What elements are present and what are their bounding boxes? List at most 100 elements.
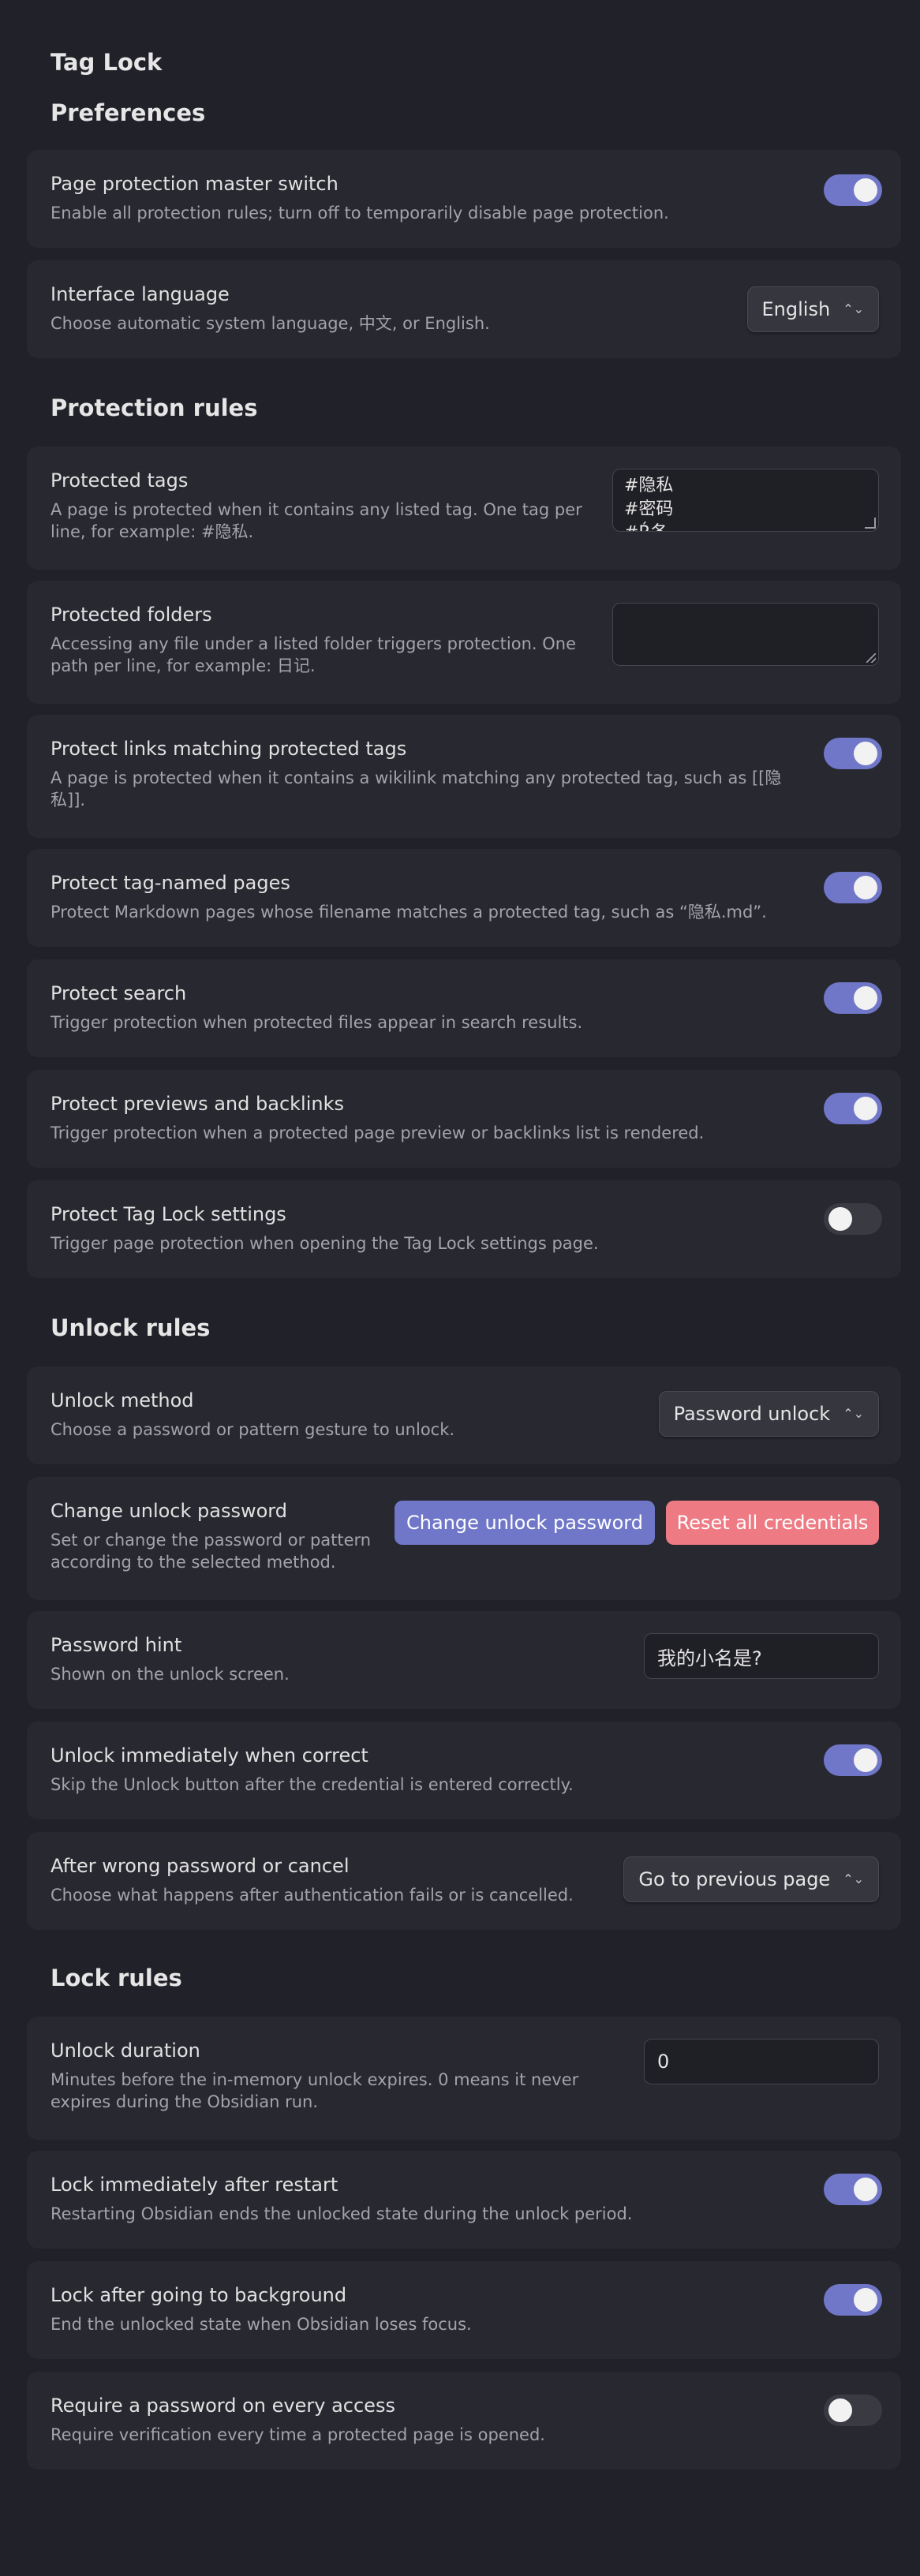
protect-links-toggle[interactable]	[824, 738, 882, 769]
section-heading-lock-rules: Lock rules	[50, 1965, 182, 1991]
protect-search-toggle[interactable]	[824, 982, 882, 1014]
setting-interface-language: Interface language Choose automatic syst…	[27, 260, 901, 358]
protected-folders-textarea[interactable]	[612, 603, 879, 666]
change-unlock-password-button[interactable]: Change unlock password	[395, 1501, 655, 1545]
master-switch-toggle[interactable]	[824, 174, 882, 206]
lock-after-background-toggle[interactable]	[824, 2284, 882, 2316]
setting-text: Protect links matching protected tags A …	[50, 737, 816, 812]
setting-name: After wrong password or cancel	[50, 1855, 350, 1877]
protect-tag-named-pages-toggle[interactable]	[824, 872, 882, 903]
toggle-knob	[854, 742, 877, 765]
setting-description: Require verification every time a protec…	[50, 2425, 545, 2445]
setting-name: Lock immediately after restart	[50, 2174, 338, 2196]
setting-text: Unlock duration Minutes before the in-me…	[50, 2039, 603, 2114]
setting-text: After wrong password or cancel Choose wh…	[50, 1854, 603, 1907]
after-wrong-password-select[interactable]: Go to previous page ⌃⌄	[623, 1856, 879, 1902]
protect-previews-toggle[interactable]	[824, 1093, 882, 1124]
setting-text: Unlock method Choose a password or patte…	[50, 1389, 603, 1441]
setting-description: Trigger page protection when opening the…	[50, 1234, 599, 1254]
toggle-knob	[854, 2288, 877, 2312]
setting-name: Protect search	[50, 982, 187, 1004]
setting-text: Require a password on every access Requi…	[50, 2394, 761, 2447]
setting-name: Unlock immediately when correct	[50, 1744, 368, 1767]
setting-description: Choose what happens after authentication…	[50, 1886, 574, 1905]
setting-name: Unlock duration	[50, 2039, 200, 2062]
resize-handle-icon[interactable]	[866, 653, 876, 663]
setting-protect-previews: Protect previews and backlinks Trigger p…	[27, 1070, 901, 1168]
setting-description: Accessing any file under a listed folder…	[50, 634, 577, 675]
setting-name: Protect tag-named pages	[50, 872, 290, 894]
textarea-line: #隐私	[624, 476, 674, 495]
setting-unlock-method: Unlock method Choose a password or patte…	[27, 1367, 901, 1464]
textarea-line: #密码	[624, 499, 674, 519]
protect-settings-toggle[interactable]	[824, 1203, 882, 1235]
resize-handle-icon[interactable]	[865, 518, 876, 529]
setting-after-wrong-password: After wrong password or cancel Choose wh…	[27, 1832, 901, 1930]
unlock-immediately-toggle[interactable]	[824, 1744, 882, 1776]
reset-all-credentials-button[interactable]: Reset all credentials	[666, 1501, 879, 1545]
setting-description: Shown on the unlock screen.	[50, 1665, 290, 1684]
setting-change-password: Change unlock password Set or change the…	[27, 1477, 901, 1600]
unlock-duration-input[interactable]: 0	[644, 2039, 879, 2084]
toggle-knob	[828, 2398, 852, 2422]
protected-tags-textarea[interactable]: #隐私 #密码 #Ŕ各	[612, 469, 879, 532]
setting-protect-search: Protect search Trigger protection when p…	[27, 959, 901, 1057]
setting-text: Protected tags A page is protected when …	[50, 469, 603, 544]
select-value: Go to previous page	[638, 1868, 831, 1890]
chevron-up-down-icon: ⌃⌄	[843, 301, 864, 316]
setting-description: Trigger protection when a protected page…	[50, 1123, 705, 1143]
setting-name: Protect links matching protected tags	[50, 738, 407, 760]
setting-description: Choose automatic system language, 中文, or…	[50, 314, 490, 334]
setting-unlock-immediately: Unlock immediately when correct Skip the…	[27, 1722, 901, 1819]
settings-page: Tag Lock Preferences Page protection mas…	[0, 0, 920, 2576]
setting-name: Password hint	[50, 1634, 182, 1656]
require-every-access-toggle[interactable]	[824, 2395, 882, 2426]
toggle-knob	[854, 1097, 877, 1120]
setting-require-every-access: Require a password on every access Requi…	[27, 2372, 901, 2469]
setting-name: Unlock method	[50, 1389, 194, 1411]
setting-name: Protect Tag Lock settings	[50, 1203, 286, 1225]
setting-name: Require a password on every access	[50, 2395, 395, 2417]
setting-lock-after-background: Lock after going to background End the u…	[27, 2261, 901, 2359]
setting-name: Protected tags	[50, 469, 189, 492]
setting-text: Protect previews and backlinks Trigger p…	[50, 1092, 761, 1145]
section-heading-unlock-rules: Unlock rules	[50, 1314, 211, 1341]
interface-language-select[interactable]: English ⌃⌄	[746, 286, 879, 332]
setting-text: Change unlock password Set or change the…	[50, 1499, 390, 1574]
setting-protected-folders: Protected folders Accessing any file und…	[27, 581, 901, 704]
setting-description: Trigger protection when protected files …	[50, 1013, 583, 1033]
setting-text: Interface language Choose automatic syst…	[50, 282, 697, 335]
setting-text: Unlock immediately when correct Skip the…	[50, 1744, 761, 1796]
setting-name: Lock after going to background	[50, 2284, 347, 2306]
setting-password-hint: Password hint Shown on the unlock screen…	[27, 1611, 901, 1709]
setting-description: Set or change the password or pattern ac…	[50, 1531, 372, 1572]
select-value: English	[761, 298, 831, 320]
setting-description: A page is protected when it contains any…	[50, 500, 582, 541]
toggle-knob	[854, 2178, 877, 2201]
setting-text: Lock after going to background End the u…	[50, 2283, 761, 2336]
setting-text: Page protection master switch Enable all…	[50, 172, 697, 225]
password-hint-input[interactable]: 我的小名是?	[644, 1633, 879, 1679]
setting-name: Interface language	[50, 283, 230, 305]
setting-name: Change unlock password	[50, 1500, 287, 1522]
toggle-knob	[854, 876, 877, 899]
setting-name: Protected folders	[50, 604, 212, 626]
section-heading-preferences: Preferences	[50, 99, 206, 126]
setting-protect-settings: Protect Tag Lock settings Trigger page p…	[27, 1180, 901, 1278]
toggle-knob	[828, 1207, 852, 1231]
unlock-method-select[interactable]: Password unlock ⌃⌄	[658, 1391, 879, 1437]
textarea-line: #Ŕ各	[624, 522, 867, 531]
setting-description: Enable all protection rules; turn off to…	[50, 204, 669, 223]
plugin-title: Tag Lock	[50, 49, 163, 76]
setting-unlock-duration: Unlock duration Minutes before the in-me…	[27, 2017, 901, 2140]
setting-name: Protect previews and backlinks	[50, 1093, 344, 1115]
setting-text: Protect search Trigger protection when p…	[50, 981, 761, 1034]
setting-protect-links: Protect links matching protected tags A …	[27, 715, 901, 838]
setting-name: Page protection master switch	[50, 173, 338, 195]
toggle-knob	[854, 1748, 877, 1772]
setting-text: Protect tag-named pages Protect Markdown…	[50, 871, 824, 924]
setting-protect-tag-named-pages: Protect tag-named pages Protect Markdown…	[27, 849, 901, 947]
lock-after-restart-toggle[interactable]	[824, 2174, 882, 2205]
toggle-knob	[854, 178, 877, 202]
chevron-up-down-icon: ⌃⌄	[843, 1406, 864, 1421]
